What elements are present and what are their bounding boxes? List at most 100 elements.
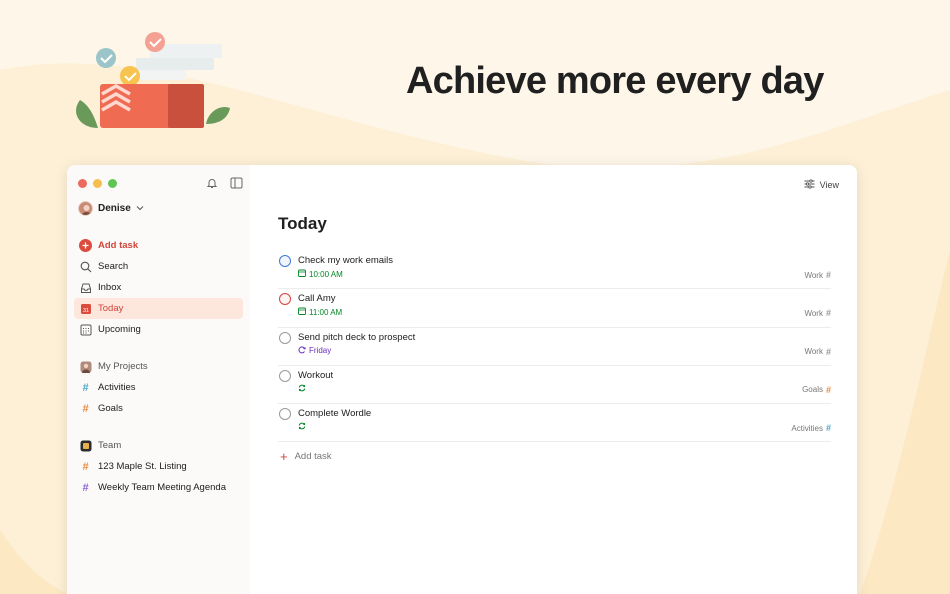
sidebar-item-label: Goals: [98, 403, 123, 414]
close-window-button[interactable]: [78, 179, 87, 188]
window-controls: [78, 179, 117, 188]
task-name: Send pitch deck to prospect: [298, 331, 416, 343]
add-task-button[interactable]: + Add task: [278, 448, 831, 464]
task-item[interactable]: Call Amy 11:00 AM Work #: [278, 289, 831, 328]
task-checkbox[interactable]: [279, 293, 291, 306]
sidebar-item-today[interactable]: 31 Today: [74, 298, 243, 319]
section-label: Team: [98, 440, 122, 451]
task-project-label: Activities: [791, 423, 823, 433]
hash-icon: #: [825, 308, 831, 319]
calendar-grid-icon: [79, 323, 92, 336]
task-due: 10:00 AM: [298, 269, 343, 279]
hash-icon: #: [825, 384, 831, 395]
view-button[interactable]: View: [804, 179, 839, 191]
task-project-label: Work: [804, 347, 823, 357]
task-item[interactable]: Check my work emails 10:00 AM Work #: [278, 251, 831, 290]
sidebar-item-label: Activities: [98, 382, 136, 393]
view-label: View: [819, 180, 839, 190]
task-due-text: 11:00 AM: [309, 307, 343, 317]
section-label: My Projects: [98, 361, 148, 372]
task-name: Complete Wordle: [298, 408, 372, 420]
plus-icon: +: [280, 448, 288, 464]
calendar-small-icon: [298, 307, 306, 317]
my-projects-header[interactable]: My Projects: [74, 356, 243, 377]
sidebar-item-label: Add task: [98, 240, 139, 251]
task-due: 11:00 AM: [298, 307, 342, 317]
task-project-label: Work: [804, 308, 823, 318]
sidebar-item-goals[interactable]: # Goals: [74, 398, 243, 419]
hero-headline: Achieve more every day: [406, 60, 824, 102]
sidebar-item-activities[interactable]: # Activities: [74, 377, 243, 398]
task-checkbox[interactable]: [279, 369, 291, 382]
recurring-purple-icon: [298, 346, 306, 356]
task-list: Check my work emails 10:00 AM Work # Cal…: [278, 251, 831, 464]
svg-text:31: 31: [82, 307, 88, 313]
team-header[interactable]: Team: [74, 435, 243, 456]
task-checkbox[interactable]: [279, 255, 291, 267]
inbox-icon: [79, 281, 92, 294]
sidebar-item-upcoming[interactable]: Upcoming: [74, 319, 243, 340]
task-item[interactable]: Send pitch deck to prospect Friday Work …: [278, 328, 831, 366]
sidebar-item-add-task[interactable]: Add task: [74, 235, 243, 256]
sidebar-item-maple-listing[interactable]: # 123 Maple St. Listing: [74, 456, 243, 477]
sidebar: Denise Add task Search Inbox 31 Today Up…: [67, 165, 250, 594]
add-task-label: Add task: [294, 451, 332, 463]
sidebar-item-label: 123 Maple St. Listing: [98, 461, 187, 472]
recurring-icon: [298, 422, 306, 432]
sidebar-toggle-icon[interactable]: [229, 176, 243, 190]
sidebar-item-label: Weekly Team Meeting Agenda: [98, 482, 226, 493]
task-item[interactable]: Workout Goals #: [278, 366, 831, 405]
calendar-small-icon: [298, 269, 306, 279]
sidebar-item-label: Upcoming: [98, 324, 141, 335]
task-item[interactable]: Complete Wordle Activities #: [278, 404, 831, 443]
task-project[interactable]: Work #: [804, 270, 831, 280]
app-window: Denise Add task Search Inbox 31 Today Up…: [67, 165, 857, 594]
task-name: Check my work emails: [298, 255, 394, 266]
plus-circle-icon: [79, 239, 92, 252]
task-due: [298, 384, 309, 394]
sidebar-item-label: Today: [98, 303, 124, 314]
task-project[interactable]: Goals #: [802, 385, 831, 395]
task-project[interactable]: Activities #: [791, 423, 831, 433]
task-project[interactable]: Work #: [804, 347, 831, 357]
main-content: View Today Check my work emails 10:00 AM…: [250, 165, 857, 594]
task-checkbox[interactable]: [279, 408, 291, 421]
task-due: [298, 422, 309, 432]
task-due-text: Friday: [309, 346, 332, 356]
task-name: Call Amy: [298, 293, 336, 305]
hash-icon: #: [82, 402, 89, 415]
calendar-today-icon: 31: [79, 302, 92, 315]
task-name: Workout: [298, 369, 334, 381]
hash-icon: #: [825, 346, 831, 357]
sidebar-item-label: Search: [98, 261, 129, 272]
task-due-text: 10:00 AM: [309, 269, 343, 279]
sidebar-item-label: Inbox: [98, 282, 122, 293]
sidebar-item-weekly-meeting[interactable]: # Weekly Team Meeting Agenda: [74, 477, 243, 498]
chevron-down-icon: [136, 203, 144, 214]
sidebar-nav: Add task Search Inbox 31 Today Upcoming …: [74, 235, 243, 498]
zoom-window-button[interactable]: [108, 179, 117, 188]
hash-icon: #: [82, 481, 89, 494]
avatar: [78, 201, 93, 216]
bell-icon[interactable]: [205, 176, 219, 190]
hash-icon: #: [825, 270, 831, 280]
search-icon: [79, 260, 92, 273]
todoist-box-illustration: [76, 32, 230, 128]
team-avatar-icon: [79, 439, 92, 452]
sidebar-item-search[interactable]: Search: [74, 256, 243, 277]
user-name: Denise: [98, 203, 131, 214]
hash-icon: #: [825, 423, 831, 434]
projects-avatar-icon: [79, 360, 92, 373]
user-menu[interactable]: Denise: [78, 201, 144, 216]
task-checkbox[interactable]: [279, 331, 291, 344]
recurring-icon: [298, 384, 306, 394]
page-title: Today: [278, 214, 327, 233]
minimize-window-button[interactable]: [93, 179, 102, 188]
task-due: Friday: [298, 346, 331, 356]
task-project-label: Goals: [802, 385, 823, 395]
sidebar-item-inbox[interactable]: Inbox: [74, 277, 243, 298]
hash-icon: #: [82, 381, 89, 394]
task-project-label: Work: [804, 270, 823, 280]
sliders-icon: [804, 179, 815, 191]
task-project[interactable]: Work #: [804, 308, 831, 318]
